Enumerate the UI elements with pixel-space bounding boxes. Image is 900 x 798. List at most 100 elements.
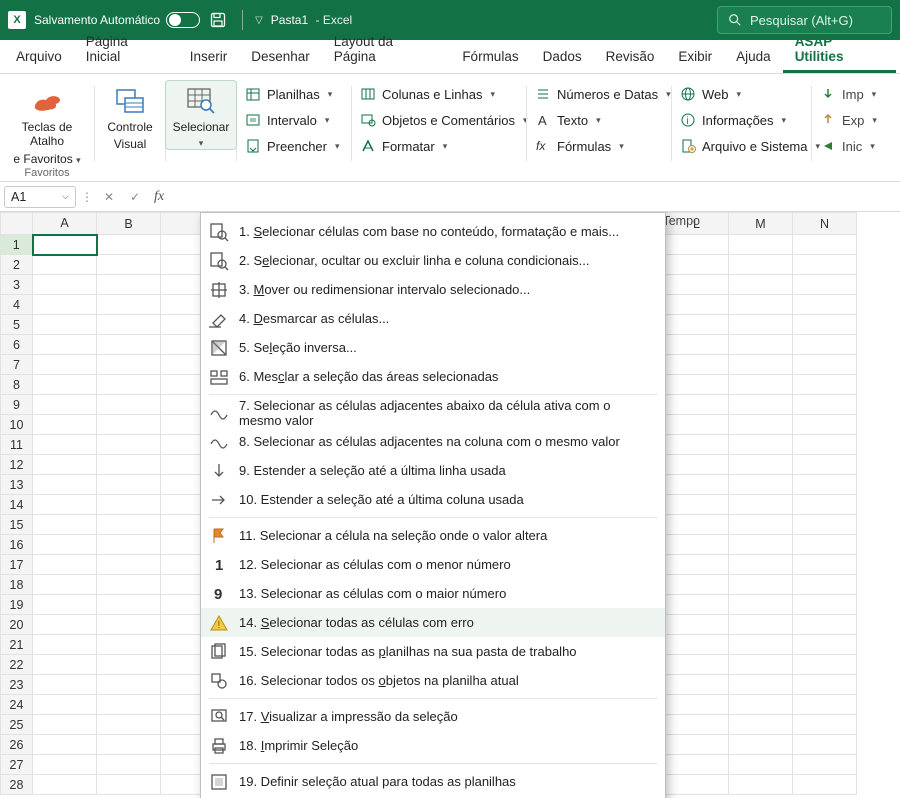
name-box[interactable]: A1 ⌵: [4, 186, 76, 208]
menu-item-5[interactable]: 5. Seleção inversa...: [201, 333, 665, 362]
cell[interactable]: [665, 435, 729, 455]
cell[interactable]: [97, 275, 161, 295]
cell[interactable]: [729, 735, 793, 755]
arquivo-e-sistema-button[interactable]: Arquivo e Sistema▾: [674, 134, 809, 158]
row-header-16[interactable]: 16: [1, 535, 33, 555]
menu-item-2[interactable]: 2. Selecionar, ocultar ou excluir linha …: [201, 246, 665, 275]
cell[interactable]: [97, 495, 161, 515]
cell[interactable]: [33, 375, 97, 395]
cell[interactable]: [33, 435, 97, 455]
cell[interactable]: [665, 315, 729, 335]
row-header-3[interactable]: 3: [1, 275, 33, 295]
cell[interactable]: [665, 535, 729, 555]
cell[interactable]: [793, 575, 857, 595]
cell[interactable]: [33, 235, 97, 255]
cell[interactable]: [665, 455, 729, 475]
cell[interactable]: [33, 395, 97, 415]
cell[interactable]: [793, 755, 857, 775]
cell[interactable]: [793, 275, 857, 295]
cell[interactable]: [97, 255, 161, 275]
cell[interactable]: [33, 755, 97, 775]
cell[interactable]: [729, 515, 793, 535]
cell[interactable]: [793, 735, 857, 755]
cell[interactable]: [729, 655, 793, 675]
cell[interactable]: [793, 475, 857, 495]
menu-item-10[interactable]: 10. Estender a seleção até a última colu…: [201, 485, 665, 514]
cell[interactable]: [97, 775, 161, 795]
save-icon[interactable]: [210, 12, 226, 28]
row-header-28[interactable]: 28: [1, 775, 33, 795]
cell[interactable]: [729, 495, 793, 515]
cell[interactable]: [793, 555, 857, 575]
cell[interactable]: [97, 515, 161, 535]
cell[interactable]: [33, 595, 97, 615]
cell[interactable]: [33, 255, 97, 275]
cell[interactable]: [665, 335, 729, 355]
cell[interactable]: [729, 235, 793, 255]
cell[interactable]: [665, 415, 729, 435]
fx-icon[interactable]: fx: [154, 189, 164, 205]
cell[interactable]: [793, 715, 857, 735]
tab-inserir[interactable]: Inserir: [178, 41, 240, 73]
row-header-2[interactable]: 2: [1, 255, 33, 275]
cell[interactable]: [793, 595, 857, 615]
row-header-6[interactable]: 6: [1, 335, 33, 355]
cell[interactable]: [665, 235, 729, 255]
cell[interactable]: [33, 295, 97, 315]
cell[interactable]: [729, 375, 793, 395]
cell[interactable]: [97, 715, 161, 735]
cell[interactable]: [33, 615, 97, 635]
cell[interactable]: [665, 475, 729, 495]
n-meros-e-datas-button[interactable]: Números e Datas▾: [529, 82, 669, 106]
cell[interactable]: [97, 435, 161, 455]
cell[interactable]: [729, 395, 793, 415]
cell[interactable]: [665, 755, 729, 775]
preencher-button[interactable]: Preencher▾: [239, 134, 349, 158]
cell[interactable]: [33, 675, 97, 695]
cell[interactable]: [97, 355, 161, 375]
colunas-e-linhas-button[interactable]: Colunas e Linhas▾: [354, 82, 524, 106]
menu-item-12[interactable]: 112. Selecionar as células com o menor n…: [201, 550, 665, 579]
row-header-22[interactable]: 22: [1, 655, 33, 675]
row-header-11[interactable]: 11: [1, 435, 33, 455]
cell[interactable]: [793, 775, 857, 795]
tab-exibir[interactable]: Exibir: [666, 41, 724, 73]
cell[interactable]: [33, 495, 97, 515]
formula-input[interactable]: [172, 186, 896, 208]
cell[interactable]: [729, 755, 793, 775]
objetos-e-coment-rios-button[interactable]: Objetos e Comentários▾: [354, 108, 524, 132]
cell[interactable]: [729, 415, 793, 435]
tab-layout-da-p-gina[interactable]: Layout da Página: [322, 26, 451, 73]
select-all-corner[interactable]: [1, 213, 33, 235]
cell[interactable]: [33, 775, 97, 795]
cell[interactable]: [729, 635, 793, 655]
cell[interactable]: [729, 775, 793, 795]
row-header-8[interactable]: 8: [1, 375, 33, 395]
cell[interactable]: [729, 455, 793, 475]
cell[interactable]: [97, 415, 161, 435]
cell[interactable]: [793, 455, 857, 475]
col-header-N[interactable]: N: [793, 213, 857, 235]
menu-item-19[interactable]: 19. Definir seleção atual para todas as …: [201, 767, 665, 796]
cell[interactable]: [793, 495, 857, 515]
cell[interactable]: [33, 735, 97, 755]
menu-item-17[interactable]: 17. Visualizar a impressão da seleção: [201, 702, 665, 731]
intervalo-button[interactable]: Intervalo▾: [239, 108, 349, 132]
cell[interactable]: [33, 455, 97, 475]
select-button[interactable]: Selecionar ▾: [165, 80, 237, 150]
tab-ajuda[interactable]: Ajuda: [724, 41, 783, 73]
row-header-5[interactable]: 5: [1, 315, 33, 335]
cell[interactable]: [793, 335, 857, 355]
menu-item-3[interactable]: 3. Mover ou redimensionar intervalo sele…: [201, 275, 665, 304]
cell[interactable]: [665, 775, 729, 795]
cell[interactable]: [793, 315, 857, 335]
menu-item-13[interactable]: 913. Selecionar as células com o maior n…: [201, 579, 665, 608]
cell[interactable]: [793, 695, 857, 715]
tab-p-gina-inicial[interactable]: Página Inicial: [74, 26, 178, 73]
cell[interactable]: [665, 615, 729, 635]
cell[interactable]: [665, 715, 729, 735]
cell[interactable]: [97, 375, 161, 395]
formatar-button[interactable]: Formatar▾: [354, 134, 524, 158]
informa-es-button[interactable]: iInformações▾: [674, 108, 809, 132]
menu-item-14[interactable]: !14. Selecionar todas as células com err…: [201, 608, 665, 637]
